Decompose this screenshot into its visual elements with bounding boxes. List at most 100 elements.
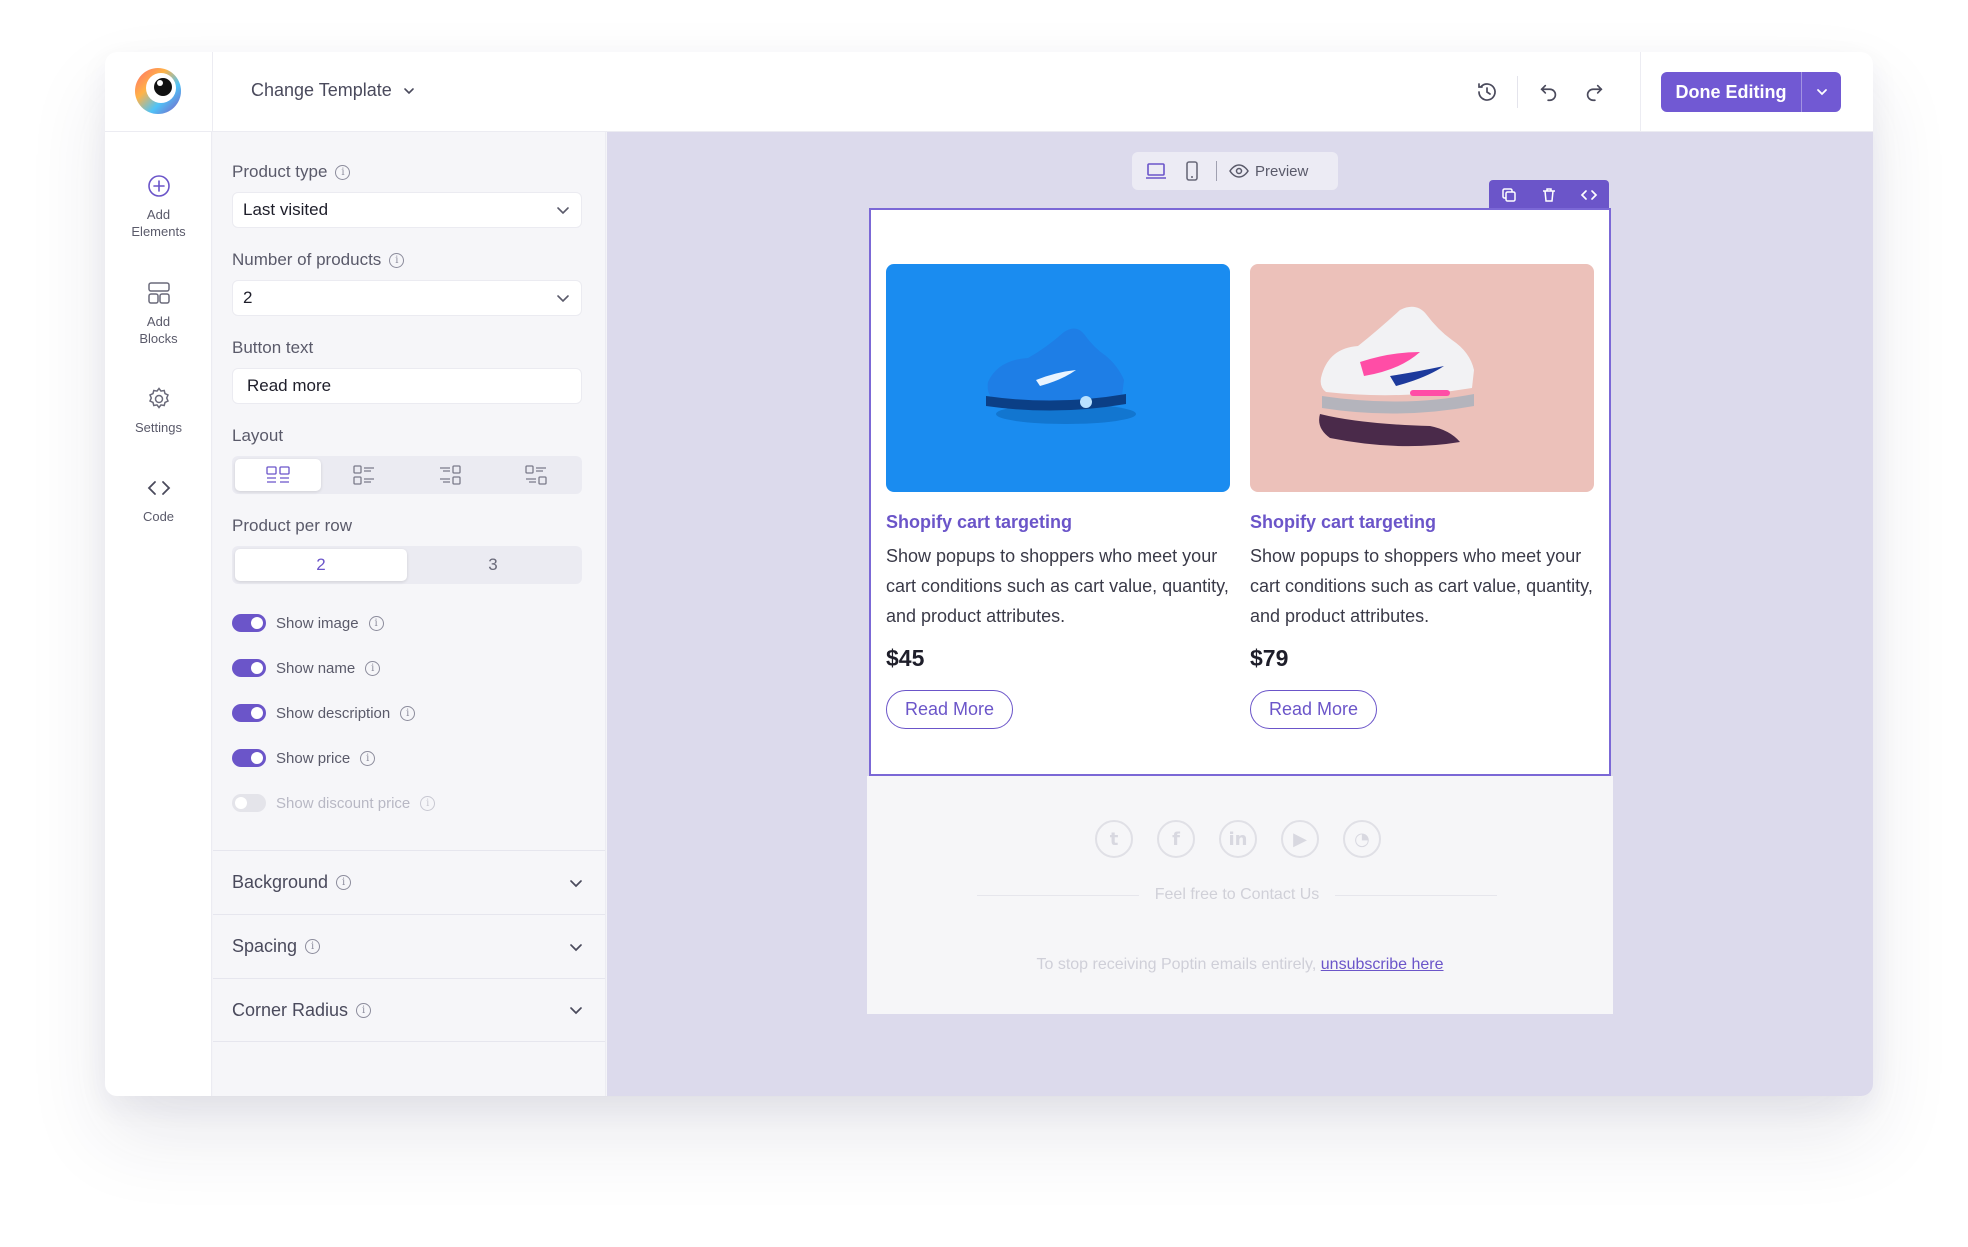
toggle-label: Show discount price: [276, 794, 411, 812]
divider-line: [977, 894, 1139, 896]
rail-label: Code: [142, 509, 175, 524]
done-options-chevron-icon[interactable]: [1801, 72, 1841, 112]
info-icon[interactable]: i: [356, 1002, 372, 1018]
info-icon[interactable]: i: [389, 252, 405, 268]
product-image: [886, 264, 1230, 492]
info-icon[interactable]: i: [360, 750, 376, 766]
per-row-option-3[interactable]: 3: [407, 549, 579, 581]
rss-icon[interactable]: ◔: [1343, 820, 1381, 858]
email-footer: t f in ▶ ◔ Feel free to Contact Us To st…: [867, 776, 1613, 1014]
unsubscribe-line: To stop receiving Poptin emails entirely…: [867, 956, 1613, 974]
preview-label: Preview: [1255, 162, 1309, 180]
layout-list-left-option[interactable]: [321, 459, 407, 491]
toolbar-divider: [1216, 161, 1217, 181]
accordion-spacing[interactable]: Spacing i: [213, 914, 605, 978]
layout-list-right-icon: [440, 465, 461, 485]
product-type-label: Product type i: [232, 162, 351, 182]
linkedin-icon[interactable]: in: [1219, 820, 1257, 858]
layout-list-right-option[interactable]: [407, 459, 493, 491]
product-per-row-label: Product per row: [232, 516, 352, 536]
toggle-label: Show name: [276, 659, 356, 677]
layout-label: Layout: [232, 426, 283, 446]
product-per-row-selector: 2 3: [232, 546, 582, 584]
toggle-switch[interactable]: [232, 614, 266, 632]
toggle-switch[interactable]: [232, 659, 266, 677]
rail-settings[interactable]: Settings: [105, 385, 212, 436]
number-of-products-select[interactable]: 2: [232, 280, 582, 316]
change-template-label: Change Template: [251, 80, 392, 100]
label-text: Product per row: [232, 516, 352, 535]
rail-add-elements[interactable]: Add Elements: [105, 172, 212, 240]
button-text-label: Button text: [232, 338, 313, 358]
toggle-show-description[interactable]: Show description i: [232, 704, 416, 722]
history-icon[interactable]: [1473, 78, 1501, 106]
sneaker-image: [1319, 306, 1474, 447]
facebook-icon[interactable]: f: [1157, 820, 1195, 858]
info-icon[interactable]: i: [335, 164, 351, 180]
contact-divider: Feel free to Contact Us: [977, 886, 1498, 904]
chevron-down-icon: [557, 295, 569, 303]
desktop-view-icon[interactable]: [1144, 159, 1168, 183]
info-icon[interactable]: i: [368, 615, 384, 631]
youtube-icon[interactable]: ▶: [1281, 820, 1319, 858]
twitter-icon[interactable]: t: [1095, 820, 1133, 858]
select-value: 2: [243, 288, 253, 307]
gear-icon: [148, 387, 169, 409]
label-text: Layout: [232, 426, 284, 445]
toggle-show-image[interactable]: Show image i: [232, 614, 384, 632]
layout-alternate-option[interactable]: [493, 459, 579, 491]
product-card: Shopify cart targeting Show popups to sh…: [886, 264, 1230, 729]
rail-code[interactable]: Code: [105, 474, 212, 525]
duplicate-icon[interactable]: [1489, 180, 1529, 210]
chevron-down-icon: [570, 1007, 582, 1015]
done-editing-label: Done Editing: [1675, 81, 1787, 102]
info-icon[interactable]: i: [336, 875, 352, 890]
chevron-down-icon: [557, 207, 569, 215]
product-block[interactable]: Shopify cart targeting Show popups to sh…: [869, 208, 1611, 776]
done-editing-button[interactable]: Done Editing: [1661, 72, 1841, 112]
mobile-view-icon[interactable]: [1180, 159, 1204, 183]
rail-add-blocks[interactable]: Add Blocks: [105, 279, 212, 347]
plus-circle-icon: [147, 175, 170, 197]
preview-button[interactable]: Preview: [1229, 163, 1308, 180]
product-card: Shopify cart targeting Show popups to sh…: [1250, 264, 1594, 729]
sneaker-image: [986, 328, 1136, 424]
accordion-corner-radius[interactable]: Corner Radius i: [213, 978, 605, 1042]
blocks-icon: [147, 282, 170, 304]
toggle-label: Show image: [276, 614, 359, 632]
read-more-button[interactable]: Read More: [886, 690, 1014, 729]
per-row-option-2[interactable]: 2: [235, 549, 407, 581]
product-type-select[interactable]: Last visited: [232, 192, 582, 228]
accordion-background[interactable]: Background i: [213, 850, 605, 914]
app-window: Change Template Done Editing Add Element…: [105, 52, 1873, 1096]
contact-text[interactable]: Feel free to Contact Us: [1155, 886, 1320, 904]
layout-alternate-icon: [525, 465, 547, 485]
topbar-divider: [1640, 52, 1641, 132]
redo-icon[interactable]: [1580, 78, 1608, 106]
toggle-show-discount-price[interactable]: Show discount price i: [232, 794, 436, 812]
trash-icon[interactable]: [1529, 180, 1569, 210]
read-more-button[interactable]: Read More: [1250, 690, 1378, 729]
product-name[interactable]: Shopify cart targeting: [886, 512, 1230, 533]
info-icon[interactable]: i: [305, 939, 321, 954]
info-icon[interactable]: i: [400, 705, 416, 721]
product-name[interactable]: Shopify cart targeting: [1250, 512, 1594, 533]
toggle-switch[interactable]: [232, 704, 266, 722]
toggle-switch[interactable]: [232, 749, 266, 767]
unsubscribe-link[interactable]: unsubscribe here: [1321, 956, 1444, 973]
info-icon[interactable]: i: [365, 660, 381, 676]
change-template-dropdown[interactable]: Change Template: [251, 80, 416, 101]
input-value: Read more: [247, 376, 332, 395]
unsubscribe-text: To stop receiving Poptin emails entirely…: [1036, 956, 1317, 973]
product-description: Show popups to shoppers who meet your ca…: [1250, 546, 1593, 626]
toggle-show-name[interactable]: Show name i: [232, 659, 381, 677]
toggle-switch[interactable]: [232, 794, 266, 812]
device-toolbar: Preview: [1132, 152, 1338, 190]
layout-grid-option[interactable]: [235, 459, 321, 491]
info-icon[interactable]: i: [420, 795, 436, 811]
block-toolbar: [1489, 180, 1609, 210]
code-icon[interactable]: [1569, 180, 1609, 210]
toggle-show-price[interactable]: Show price i: [232, 749, 376, 767]
button-text-input[interactable]: Read more: [232, 368, 582, 404]
undo-icon[interactable]: [1535, 78, 1563, 106]
